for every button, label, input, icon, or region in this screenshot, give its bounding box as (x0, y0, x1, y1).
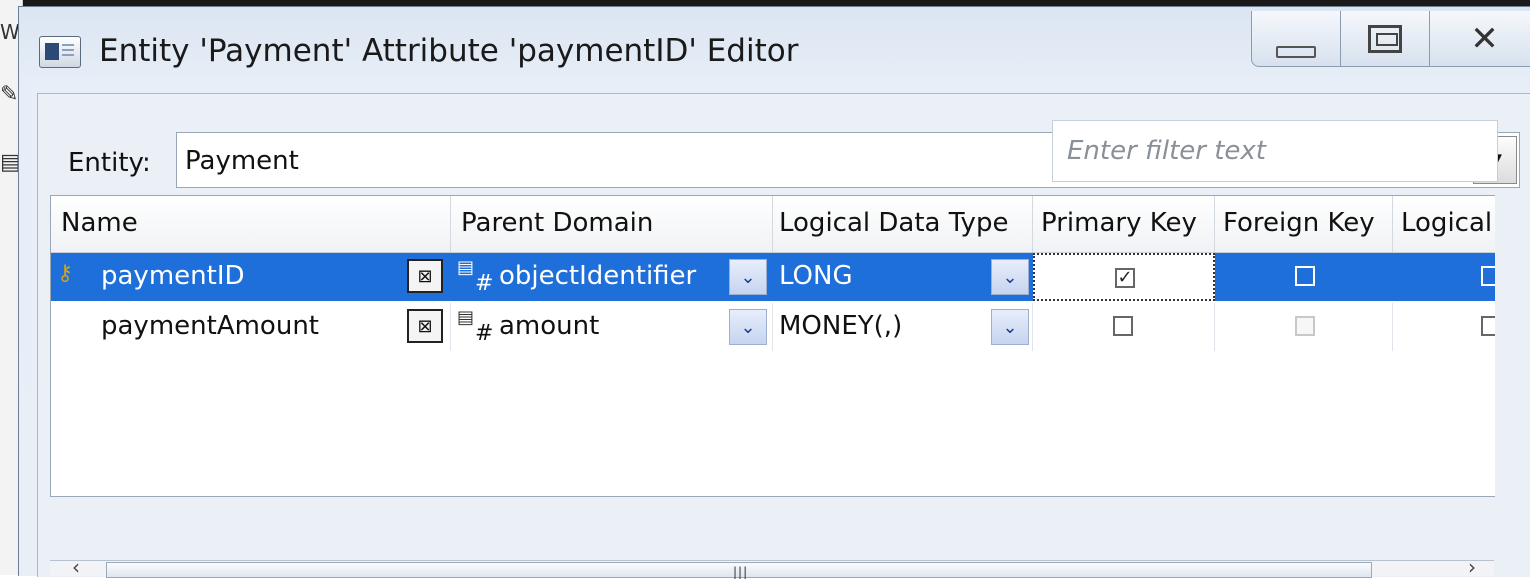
domain-hash-icon: # (475, 271, 494, 296)
scroll-left-icon[interactable]: ‹ (72, 555, 80, 579)
background-w-glyph: W (0, 20, 20, 44)
entity-select-value: Payment (185, 146, 299, 176)
data-type-dropdown[interactable]: ⌄ (991, 309, 1029, 345)
column-header-parent-domain[interactable]: Parent Domain (451, 196, 773, 252)
edit-attribute-button[interactable]: ⊠ (407, 259, 443, 293)
logical-checkbox[interactable] (1481, 266, 1495, 286)
domain-hash-icon: # (475, 321, 494, 346)
column-header-logical[interactable]: Logical (1393, 196, 1495, 252)
attribute-name: paymentAmount (101, 311, 319, 341)
foreign-key-checkbox (1295, 316, 1315, 336)
domain-icon: ▤ (457, 307, 475, 328)
cell-logical-data-type[interactable]: MONEY(,) ⌄ (773, 303, 1033, 351)
window-title: Entity 'Payment' Attribute 'paymentID' E… (99, 33, 799, 69)
attribute-name: paymentID (101, 261, 245, 291)
table-header: Name Parent Domain Logical Data Type Pri… (51, 196, 1495, 253)
primary-key-checkbox[interactable] (1113, 316, 1133, 336)
logical-checkbox[interactable] (1481, 316, 1495, 336)
foreign-key-checkbox[interactable] (1295, 266, 1315, 286)
primary-key-checkbox[interactable]: ✓ (1115, 268, 1135, 288)
domain-icon: ▤ (457, 257, 475, 278)
chevron-down-icon: ⌄ (740, 316, 756, 338)
cell-name[interactable]: paymentAmount ⊠ (51, 303, 451, 351)
chevron-down-icon: ⌄ (1002, 316, 1018, 338)
ellipsis-icon: ⊠ (417, 265, 433, 287)
data-type-value: MONEY(,) (779, 311, 903, 341)
attributes-table: Name Parent Domain Logical Data Type Pri… (50, 195, 1495, 497)
close-icon: ✕ (1470, 18, 1499, 59)
scroll-right-icon[interactable]: › (1468, 555, 1476, 579)
chevron-down-icon: ⌄ (1002, 266, 1018, 288)
cell-foreign-key[interactable] (1215, 253, 1393, 301)
cell-name[interactable]: ⚷ paymentID ⊠ (51, 253, 451, 301)
cell-parent-domain[interactable]: ▤ # objectIdentifier ⌄ (451, 253, 773, 301)
parent-domain-dropdown[interactable]: ⌄ (729, 259, 767, 295)
parent-domain-value: amount (499, 311, 600, 341)
cell-primary-key[interactable]: ✓ (1033, 253, 1215, 301)
chevron-down-icon: ⌄ (740, 266, 756, 288)
column-header-primary-key[interactable]: Primary Key (1033, 196, 1215, 252)
cell-parent-domain[interactable]: ▤ # amount ⌄ (451, 303, 773, 351)
primary-key-attribute-icon: ⚷ (57, 261, 74, 286)
edit-attribute-button[interactable]: ⊠ (407, 309, 443, 343)
horizontal-scrollbar[interactable]: ‹ ||| › (50, 555, 1494, 579)
ellipsis-icon: ⊠ (417, 315, 433, 337)
data-type-value: LONG (779, 261, 853, 291)
column-header-foreign-key[interactable]: Foreign Key (1215, 196, 1393, 252)
scrollbar-grip-icon: ||| (733, 565, 749, 579)
table-row[interactable]: paymentAmount ⊠ ▤ # amount ⌄ MONEY(,) ⌄ (51, 303, 1495, 351)
cell-foreign-key[interactable] (1215, 303, 1393, 351)
cell-primary-key[interactable] (1033, 303, 1215, 351)
table-row[interactable]: ⚷ paymentID ⊠ ▤ # objectIdentifier ⌄ LON… (51, 253, 1495, 301)
maximize-button[interactable] (1340, 11, 1430, 67)
minimize-icon (1276, 45, 1316, 58)
filter-input[interactable] (1053, 121, 1497, 181)
cell-logical[interactable] (1393, 253, 1495, 301)
window-app-icon (39, 36, 81, 68)
column-header-logical-data-type[interactable]: Logical Data Type (773, 196, 1033, 252)
scrollbar-thumb[interactable]: ||| (106, 562, 1372, 579)
parent-domain-value: objectIdentifier (499, 261, 697, 291)
maximize-icon (1368, 24, 1402, 53)
column-header-name[interactable]: Name (51, 196, 451, 252)
entity-label: Entity: (68, 148, 151, 178)
cell-logical[interactable] (1393, 303, 1495, 351)
background-tool-icon: ✎ (0, 82, 19, 107)
parent-domain-dropdown[interactable]: ⌄ (729, 309, 767, 345)
minimize-button[interactable] (1251, 11, 1341, 67)
data-type-dropdown[interactable]: ⌄ (991, 259, 1029, 295)
window-controls: ✕ (1251, 11, 1530, 67)
cell-logical-data-type[interactable]: LONG ⌄ (773, 253, 1033, 301)
close-button[interactable]: ✕ (1429, 11, 1530, 67)
filter-box (1052, 120, 1498, 182)
